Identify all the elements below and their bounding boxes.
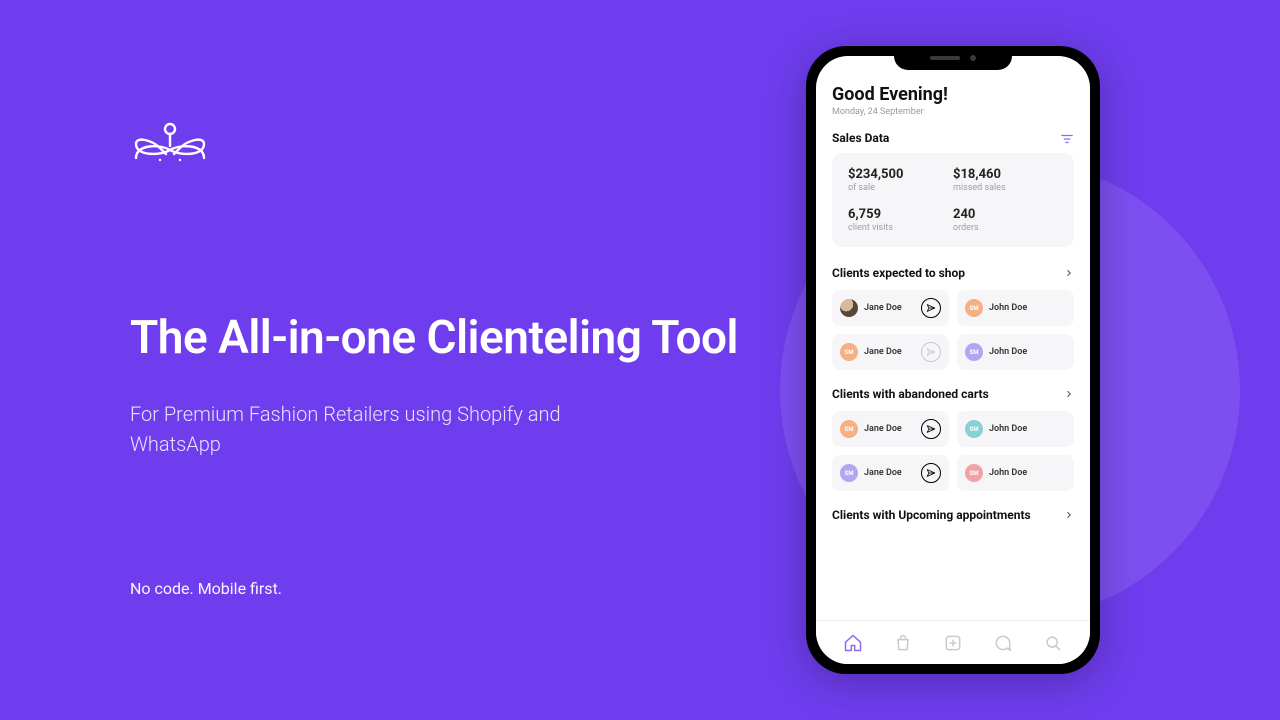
bottom-tab-bar — [816, 620, 1090, 664]
tab-whatsapp[interactable] — [992, 632, 1014, 654]
list-header[interactable]: Clients with Upcoming appointments — [832, 505, 1074, 524]
tab-add[interactable] — [942, 632, 964, 654]
stat-label: orders — [953, 223, 1058, 233]
send-icon[interactable] — [921, 419, 941, 439]
client-card[interactable]: SM John Doe — [957, 290, 1074, 326]
client-name: John Doe — [989, 424, 1066, 434]
avatar: SM — [965, 299, 983, 317]
client-name: John Doe — [989, 347, 1066, 357]
client-grid: Jane Doe SM John Doe SM Jane Doe SM John… — [832, 290, 1074, 370]
phone-notch — [894, 46, 1012, 70]
stat-visits: 6,759 client visits — [848, 207, 953, 233]
send-icon[interactable] — [921, 298, 941, 318]
stat-orders: 240 orders — [953, 207, 1058, 233]
client-card[interactable]: SM John Doe — [957, 334, 1074, 370]
stat-value: $18,460 — [953, 167, 1058, 182]
current-date: Monday, 24 September — [832, 107, 1074, 117]
subheadline: For Premium Fashion Retailers using Shop… — [130, 399, 610, 459]
list-title: Clients with Upcoming appointments — [832, 508, 1031, 522]
send-icon[interactable] — [921, 342, 941, 362]
app-screen: Good Evening! Monday, 24 September Sales… — [816, 56, 1090, 664]
client-card[interactable]: SM Jane Doe — [832, 455, 949, 491]
list-title: Clients expected to shop — [832, 266, 965, 280]
client-card[interactable]: SM Jane Doe — [832, 334, 949, 370]
marketing-column: The All-in-one Clienteling Tool For Prem… — [0, 0, 770, 720]
stat-missed: $18,460 missed sales — [953, 167, 1058, 193]
stat-value: 6,759 — [848, 207, 953, 222]
sales-stats-card: $234,500 of sale $18,460 missed sales 6,… — [832, 153, 1074, 247]
send-icon[interactable] — [921, 463, 941, 483]
chevron-right-icon — [1064, 263, 1074, 282]
sales-data-title: Sales Data — [832, 131, 889, 145]
avatar: SM — [965, 464, 983, 482]
client-card[interactable]: Jane Doe — [832, 290, 949, 326]
headline: The All-in-one Clienteling Tool — [130, 312, 770, 365]
client-name: John Doe — [989, 303, 1066, 313]
stat-value: 240 — [953, 207, 1058, 222]
client-name: Jane Doe — [864, 424, 915, 434]
client-name: Jane Doe — [864, 347, 915, 357]
tab-search[interactable] — [1042, 632, 1064, 654]
avatar: SM — [840, 464, 858, 482]
tab-home[interactable] — [842, 632, 864, 654]
avatar: SM — [965, 420, 983, 438]
tagline: No code. Mobile first. — [130, 579, 770, 598]
chevron-right-icon — [1064, 505, 1074, 524]
stat-sale: $234,500 of sale — [848, 167, 953, 193]
stat-value: $234,500 — [848, 167, 953, 182]
list-header[interactable]: Clients expected to shop — [832, 263, 1074, 282]
filter-icon[interactable] — [1060, 131, 1074, 145]
client-card[interactable]: SM John Doe — [957, 411, 1074, 447]
avatar: SM — [840, 343, 858, 361]
phone-mockup: Good Evening! Monday, 24 September Sales… — [806, 46, 1100, 674]
greeting: Good Evening! — [832, 84, 1074, 105]
client-card[interactable]: SM John Doe — [957, 455, 1074, 491]
stat-label: client visits — [848, 223, 953, 233]
tab-bag[interactable] — [892, 632, 914, 654]
list-header[interactable]: Clients with abandoned carts — [832, 384, 1074, 403]
list-title: Clients with abandoned carts — [832, 387, 989, 401]
client-name: John Doe — [989, 468, 1066, 478]
stat-label: of sale — [848, 183, 953, 193]
brand-logo — [130, 120, 770, 172]
client-grid: SM Jane Doe SM John Doe SM Jane Doe SM J… — [832, 411, 1074, 491]
client-name: Jane Doe — [864, 468, 915, 478]
avatar: SM — [840, 420, 858, 438]
client-name: Jane Doe — [864, 303, 915, 313]
avatar — [840, 299, 858, 317]
chevron-right-icon — [1064, 384, 1074, 403]
avatar: SM — [965, 343, 983, 361]
client-card[interactable]: SM Jane Doe — [832, 411, 949, 447]
stat-label: missed sales — [953, 183, 1058, 193]
